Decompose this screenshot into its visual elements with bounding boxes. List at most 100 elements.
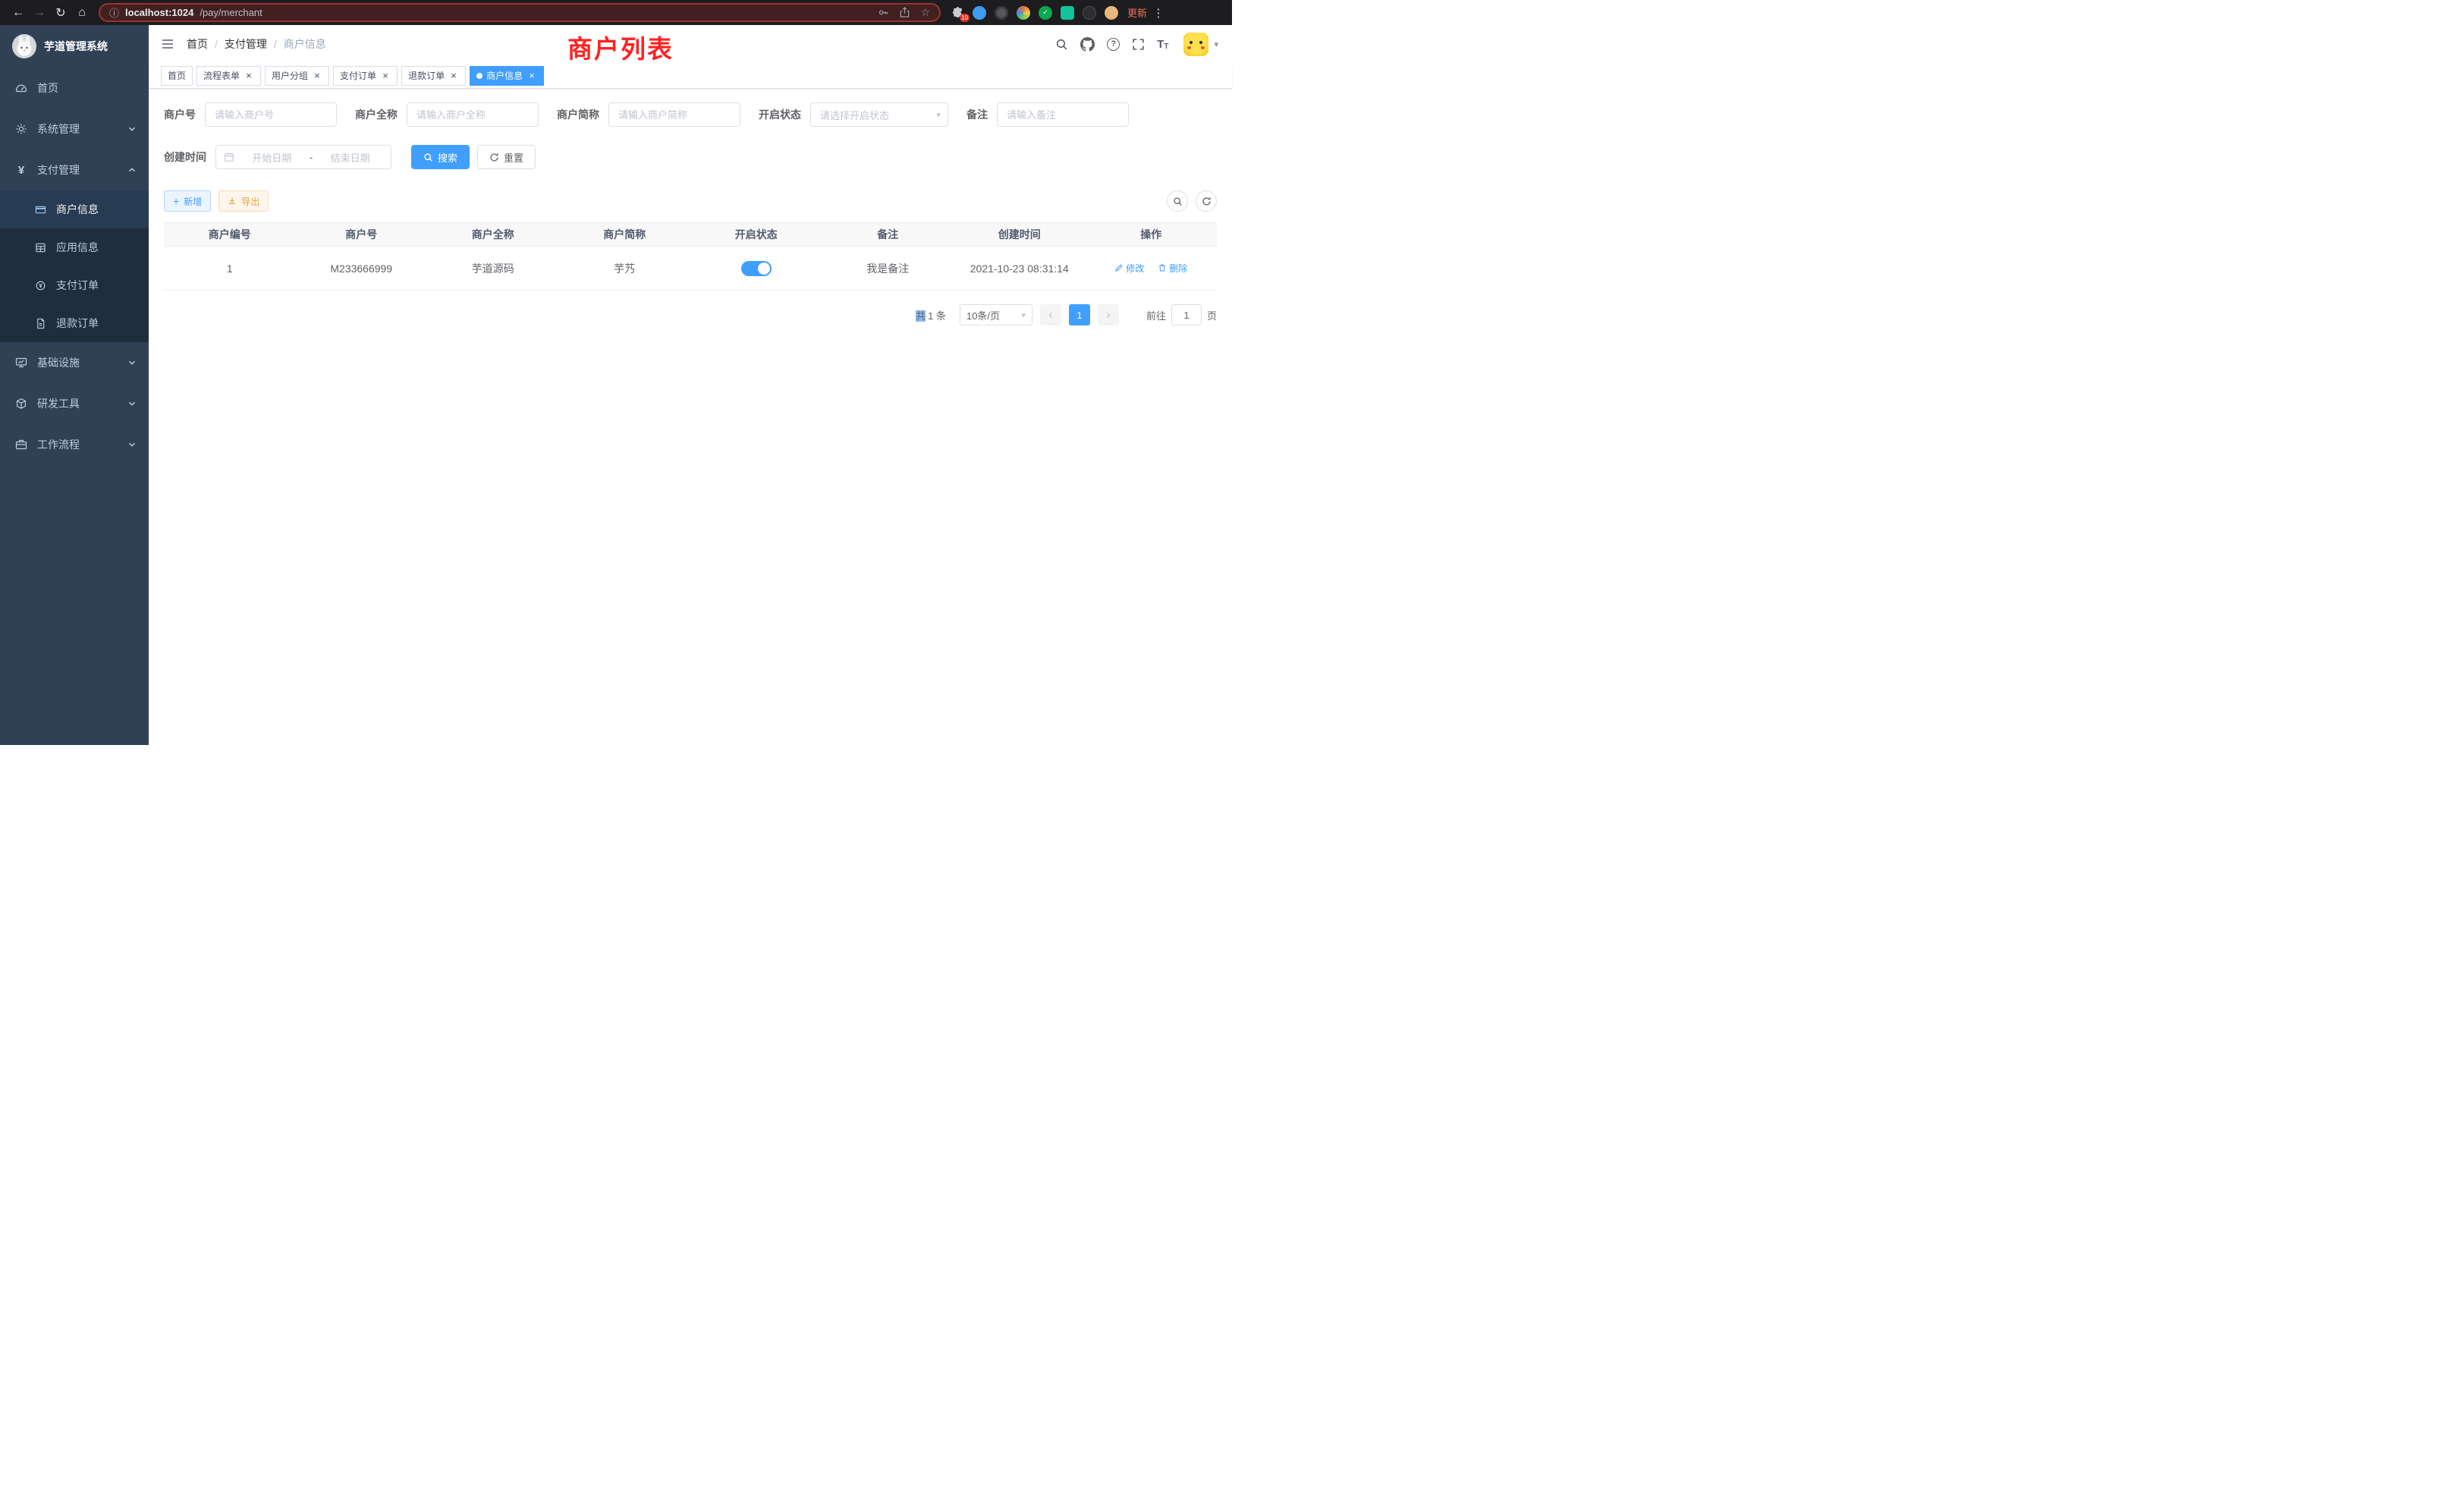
cell-full-name: 芋道源码	[427, 247, 559, 291]
browser-update-button[interactable]: 更新	[1127, 5, 1147, 20]
button-label: 搜索	[438, 150, 457, 165]
date-range-picker[interactable]: 开始日期 - 结束日期	[215, 145, 391, 169]
sidebar-item-label: 应用信息	[56, 240, 99, 255]
user-menu[interactable]: ▾	[1183, 33, 1218, 56]
tab-merchant-info[interactable]: 商户信息 ×	[470, 66, 544, 86]
tab-user-group[interactable]: 用户分组 ×	[265, 66, 329, 86]
navbar: 首页 / 支付管理 / 商户信息 商户列表 ?	[149, 25, 1232, 63]
sidebar-item-devtools[interactable]: 研发工具	[0, 383, 149, 424]
status-select[interactable]: 请选择开启状态 ▾	[810, 102, 948, 127]
browser-menu-button[interactable]: ⋮	[1150, 6, 1167, 20]
tab-home[interactable]: 首页	[161, 66, 193, 86]
app-logo[interactable]: 芋道管理系统	[0, 25, 149, 68]
merchant-no-input[interactable]	[205, 102, 337, 127]
refresh-table-button[interactable]	[1196, 190, 1217, 212]
extension-green-check-icon[interactable]: ✓	[1039, 6, 1052, 20]
field-label: 商户号	[164, 107, 196, 122]
column-short-name: 商户简称	[559, 223, 691, 247]
status-toggle[interactable]	[741, 261, 772, 276]
field-label: 商户全称	[355, 107, 398, 122]
browser-forward-button[interactable]: →	[29, 2, 50, 24]
document-icon	[35, 318, 46, 329]
date-start-input[interactable]: 开始日期	[239, 150, 305, 165]
tab-close-icon[interactable]: ×	[312, 71, 322, 81]
overflow-menu-icon: ⋮	[1153, 7, 1164, 20]
help-button[interactable]: ?	[1107, 38, 1120, 51]
search-button[interactable]: 搜索	[411, 145, 470, 169]
reset-button[interactable]: 重置	[477, 145, 536, 169]
column-remark: 备注	[822, 223, 954, 247]
extension-blue-icon[interactable]	[973, 6, 986, 20]
next-page-button[interactable]: ›	[1098, 304, 1119, 325]
tab-process-form[interactable]: 流程表单 ×	[196, 66, 261, 86]
url-bar[interactable]: ⓘ localhost:1024 /pay/merchant ☆	[99, 3, 941, 22]
screen: ← → ↻ ⌂ ⓘ localhost:1024 /pay/merchant ☆…	[0, 0, 1232, 745]
refresh-icon	[489, 152, 499, 162]
tab-close-icon[interactable]: ×	[448, 71, 459, 81]
sidebar-toggle-button[interactable]	[161, 37, 174, 51]
table-header-row: 商户编号 商户号 商户全称 商户简称 开启状态 备注 创建时间 操作	[164, 223, 1217, 247]
extension-green-square-icon[interactable]	[1061, 6, 1074, 20]
sidebar-item-app-info[interactable]: 应用信息	[0, 228, 149, 266]
tab-close-icon[interactable]: ×	[380, 71, 391, 81]
breadcrumb-home[interactable]: 首页	[187, 36, 208, 52]
extension-dark-icon[interactable]	[1083, 6, 1096, 20]
link-label: 修改	[1126, 262, 1144, 275]
toggle-search-button[interactable]	[1167, 190, 1188, 212]
font-size-button[interactable]: TT	[1157, 38, 1168, 51]
browser-home-button[interactable]: ⌂	[71, 2, 93, 24]
extension-gray-icon[interactable]	[995, 6, 1008, 20]
sidebar-item-label: 首页	[37, 80, 58, 96]
date-end-input[interactable]: 结束日期	[317, 150, 383, 165]
page-size-select[interactable]: 10条/页 ▾	[960, 304, 1032, 325]
breadcrumb-current: 商户信息	[284, 36, 326, 52]
short-name-input[interactable]	[608, 102, 740, 127]
dashboard-icon	[15, 82, 27, 94]
extension-multicolor-icon[interactable]	[1017, 6, 1030, 20]
url-path: /pay/merchant	[200, 7, 262, 18]
tab-label: 首页	[168, 69, 186, 82]
breadcrumb-payment[interactable]: 支付管理	[225, 36, 267, 52]
tab-refund-order[interactable]: 退款订单 ×	[401, 66, 466, 86]
extension-avatar-icon[interactable]	[1105, 6, 1118, 20]
sidebar-item-payment[interactable]: ¥ 支付管理	[0, 149, 149, 190]
tab-close-icon[interactable]: ×	[244, 71, 254, 81]
total-prefix: 共	[916, 310, 926, 322]
bookmark-star-icon[interactable]: ☆	[920, 6, 930, 19]
add-button[interactable]: + 新增	[164, 190, 211, 212]
tab-close-icon[interactable]: ×	[526, 71, 537, 81]
date-separator: -	[310, 152, 313, 163]
sidebar-item-home[interactable]: 首页	[0, 68, 149, 108]
export-button[interactable]: 导出	[218, 190, 269, 212]
caret-down-icon: ▾	[1214, 39, 1218, 49]
sidebar-item-workflow[interactable]: 工作流程	[0, 424, 149, 465]
fullscreen-button[interactable]	[1132, 38, 1145, 51]
sidebar-item-system[interactable]: 系统管理	[0, 108, 149, 149]
share-icon[interactable]	[899, 7, 910, 18]
sidebar-item-pay-order[interactable]: 支付订单	[0, 266, 149, 304]
tab-label: 支付订单	[340, 69, 376, 82]
filter-row-1: 商户号 商户全称 商户简称 开启状态 请选择开启状态	[164, 102, 1217, 127]
edit-link[interactable]: 修改	[1114, 262, 1144, 275]
field-label: 商户简称	[557, 107, 599, 122]
prev-page-button[interactable]: ‹	[1040, 304, 1061, 325]
goto-page-input[interactable]	[1171, 304, 1202, 325]
extensions-puzzle-icon[interactable]: 10	[951, 6, 964, 19]
page-1-button[interactable]: 1	[1069, 304, 1090, 325]
column-actions: 操作	[1086, 223, 1218, 247]
delete-link[interactable]: 删除	[1158, 262, 1187, 275]
tab-pay-order[interactable]: 支付订单 ×	[333, 66, 398, 86]
password-key-icon[interactable]	[878, 7, 889, 18]
header-search-button[interactable]	[1055, 38, 1068, 51]
caret-down-icon: ▾	[1021, 310, 1026, 320]
sidebar-item-infrastructure[interactable]: 基础设施	[0, 342, 149, 383]
remark-input[interactable]	[997, 102, 1129, 127]
browser-reload-button[interactable]: ↻	[50, 2, 71, 24]
merchant-name-input[interactable]	[407, 102, 539, 127]
site-info-icon[interactable]: ⓘ	[109, 5, 119, 20]
browser-back-button[interactable]: ←	[8, 2, 29, 24]
github-button[interactable]	[1080, 37, 1095, 52]
chevron-down-icon	[127, 440, 137, 449]
sidebar-item-merchant-info[interactable]: 商户信息	[0, 190, 149, 228]
sidebar-item-refund-order[interactable]: 退款订单	[0, 304, 149, 342]
